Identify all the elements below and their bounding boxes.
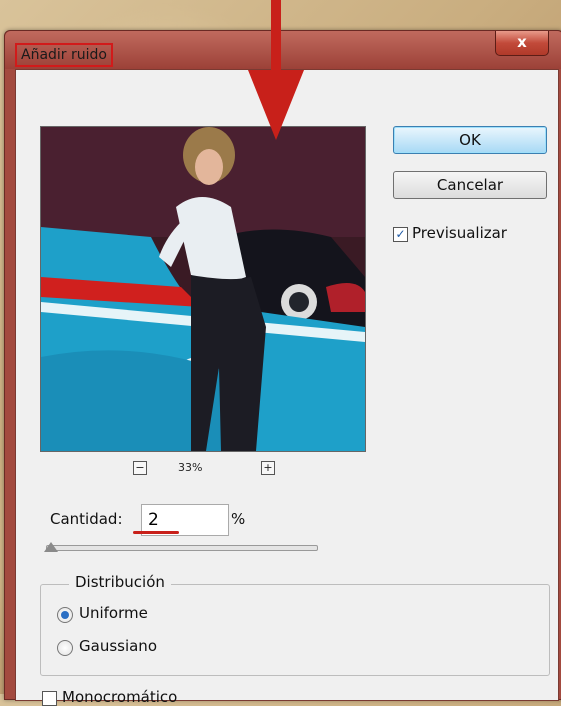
monochrome-checkbox[interactable] (42, 691, 57, 706)
preview-label: Previsualizar (412, 224, 507, 242)
amount-slider-thumb[interactable] (44, 542, 58, 552)
zoom-out-button[interactable]: − (133, 461, 147, 475)
zoom-in-button[interactable]: + (261, 461, 275, 475)
dialog-body: − 33% + OK Cancelar ✓ Previsualizar Cant… (15, 69, 559, 706)
amount-slider-track[interactable] (46, 545, 318, 551)
preview-checkbox[interactable]: ✓ (393, 227, 408, 242)
uniform-radio[interactable] (57, 607, 73, 623)
dialog-title: Añadir ruido (15, 43, 113, 67)
preview-image[interactable] (40, 126, 366, 452)
preview-picture (41, 127, 365, 451)
add-noise-dialog: Añadir ruido x − 33% + OK Cancelar ✓ Pre… (4, 30, 561, 706)
annotation-underline (133, 531, 179, 534)
cancel-button[interactable]: Cancelar (393, 171, 547, 199)
amount-unit: % (231, 510, 246, 528)
uniform-label: Uniforme (79, 604, 148, 622)
amount-label: Cantidad: (50, 510, 123, 528)
distribution-group: Distribución Uniforme Gaussiano (40, 573, 550, 676)
distribution-title: Distribución (69, 573, 171, 591)
gaussian-label: Gaussiano (79, 637, 157, 655)
zoom-level: 33% (178, 461, 203, 474)
annotation-arrow (248, 0, 304, 140)
close-button[interactable]: x (495, 31, 549, 56)
ok-button[interactable]: OK (393, 126, 547, 154)
gaussian-radio[interactable] (57, 640, 73, 656)
monochrome-label: Monocromático (62, 688, 178, 706)
